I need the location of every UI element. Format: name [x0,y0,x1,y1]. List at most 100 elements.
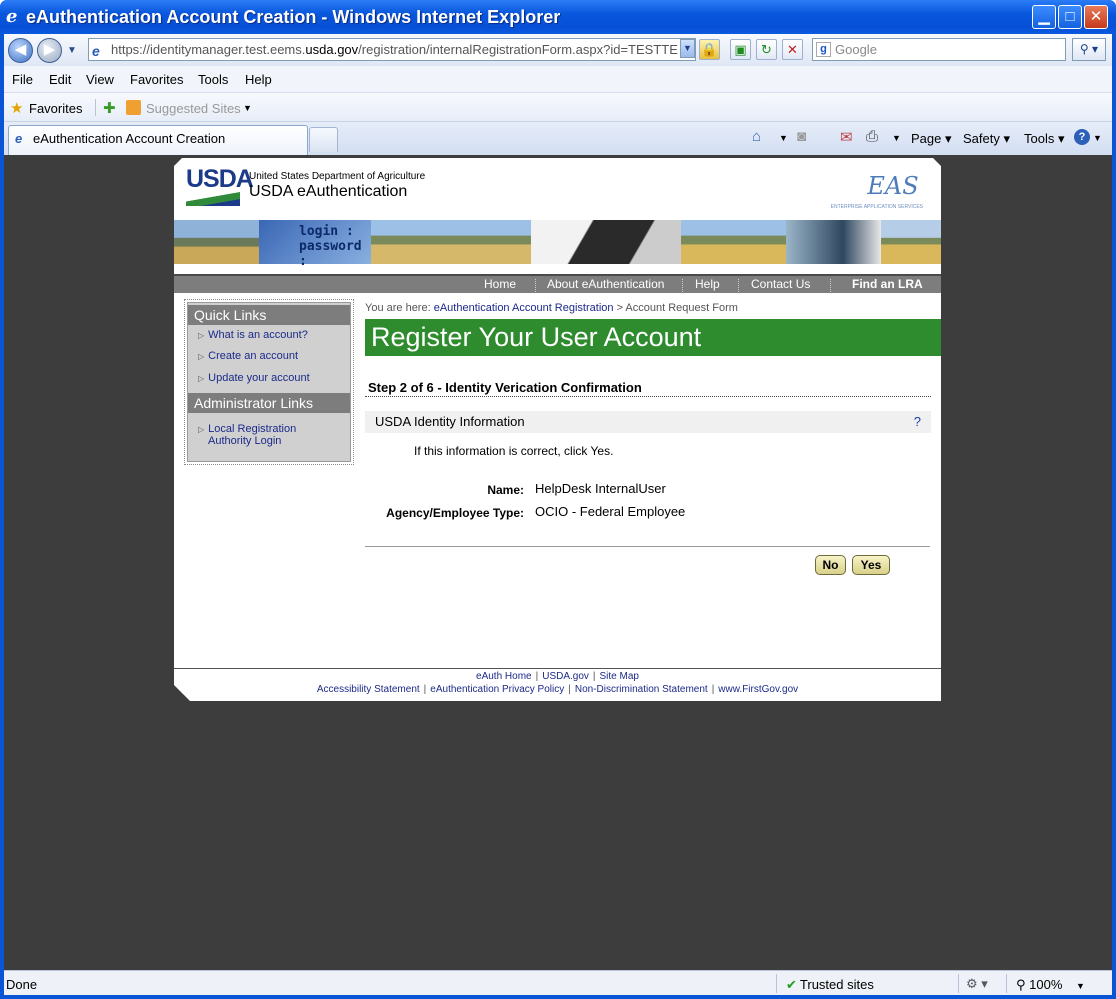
title-bar[interactable]: e eAuthentication Account Creation - Win… [0,0,1116,34]
instruction-text: If this information is correct, click Ye… [414,444,614,458]
tab-active[interactable]: e eAuthentication Account Creation [8,125,308,155]
page-menu-label: Page [911,131,942,146]
help-icon[interactable]: ? [1074,129,1090,145]
sidebar-link-what-is-account[interactable]: ▷ What is an account? [198,329,308,341]
menu-tools[interactable]: Tools [198,72,228,87]
breadcrumb-link[interactable]: eAuthentication Account Registration [434,302,614,314]
protected-mode-icon[interactable]: ⚙ ▾ [966,976,988,992]
lock-icon[interactable]: 🔒 [699,39,720,60]
footer-link-usda-gov[interactable]: USDA.gov [542,671,589,682]
back-button[interactable]: ◀ [8,38,33,63]
help-link-icon[interactable]: ? [914,411,921,433]
zoom-control[interactable]: ⚲ 100% ▼ [1016,977,1085,993]
agency-label: Agency/Employee Type: [386,506,524,520]
tools-menu[interactable]: Tools ▾ [1024,131,1065,147]
nav-divider [830,279,831,292]
yes-button[interactable]: Yes [852,555,890,575]
footer-divider [174,668,941,669]
new-tab-button[interactable] [309,127,338,152]
help-dropdown-icon[interactable]: ▼ [1093,133,1102,143]
footer-link-non-discrimination[interactable]: Non-Discrimination Statement [575,684,708,695]
close-button[interactable]: ✕ [1084,5,1108,29]
safety-menu-label: Safety [963,131,1000,146]
admin-links-heading: Administrator Links [188,393,350,413]
triangle-right-icon: ▷ [198,352,205,361]
zoom-level: 100% [1029,977,1063,992]
menu-file[interactable]: File [12,72,33,87]
nav-about[interactable]: About eAuthentication [547,277,664,291]
compatibility-icon[interactable]: ▣ [730,39,751,60]
suggested-sites-dropdown-icon[interactable]: ▼ [243,103,252,113]
home-dropdown-icon[interactable]: ▼ [779,133,788,143]
stop-icon[interactable]: ✕ [782,39,803,60]
url-domain: usda.gov [305,42,359,57]
nav-help[interactable]: Help [695,277,720,291]
section-header: USDA Identity Information ? [365,411,931,433]
feeds-icon[interactable]: ◙ [797,128,806,145]
page-menu[interactable]: Page ▾ [911,131,952,147]
sidebar-link-create-account[interactable]: ▷ Create an account [198,350,298,362]
usda-logo-hill [186,192,240,206]
footer-link-site-map[interactable]: Site Map [600,671,639,682]
browser-chrome: ◀ ▶ ▼ e https://identitymanager.test.eem… [4,34,1112,155]
no-button[interactable]: No [815,555,846,575]
maximize-button[interactable]: □ [1058,5,1082,29]
footer-link-accessibility[interactable]: Accessibility Statement [317,684,420,695]
add-favorite-icon[interactable]: ✚ [103,99,116,117]
favorites-button[interactable]: Favorites [29,101,82,116]
favbar-divider [95,99,96,116]
tab-title: eAuthentication Account Creation [33,131,226,146]
forward-button[interactable]: ▶ [37,38,62,63]
search-button[interactable]: ⚲ ▾ [1072,38,1106,61]
ie-logo-icon: e [6,6,18,27]
menu-favorites[interactable]: Favorites [130,72,183,87]
sidebar-link-label: Create an account [208,350,299,362]
footer-links-row-1: eAuth Home | USDA.gov | Site Map [174,671,941,682]
page-corner [174,685,190,701]
url-suffix: /registration/internalRegistrationForm.a… [358,42,678,57]
header-banner-image: login : password : [174,220,941,269]
security-zone[interactable]: ✔ Trusted sites [786,977,874,993]
safety-menu[interactable]: Safety ▾ [963,131,1010,147]
triangle-right-icon: ▷ [198,331,205,340]
mail-icon[interactable]: ✉ [840,128,853,146]
footer-link-privacy[interactable]: eAuthentication Privacy Policy [430,684,564,695]
footer-link-eauth-home[interactable]: eAuth Home [476,671,532,682]
usda-logo[interactable]: USDA [186,166,254,206]
sidebar-link-label: Update your account [208,372,310,384]
breadcrumb: You are here: eAuthentication Account Re… [365,302,738,314]
sidebar-link-label: What is an account? [208,329,308,341]
menu-view[interactable]: View [86,72,114,87]
zoom-icon: ⚲ [1016,977,1026,992]
minimize-button[interactable]: ▁ [1032,5,1056,29]
url-prefix: https://identitymanager.test.eems. [111,42,306,57]
suggested-sites-button[interactable]: Suggested Sites [146,101,241,116]
menu-edit[interactable]: Edit [49,72,71,87]
print-dropdown-icon[interactable]: ▼ [892,133,901,143]
nav-home[interactable]: Home [484,277,516,291]
nav-find-lra[interactable]: Find an LRA [852,277,923,291]
search-input[interactable]: g Google [812,38,1066,61]
browser-window: e eAuthentication Account Creation - Win… [0,0,1116,999]
sidebar-link-lra-login[interactable]: ▷ Local Registration Authority Login [198,423,308,447]
print-icon[interactable]: ⎙ [866,128,878,145]
nav-contact-us[interactable]: Contact Us [751,277,810,291]
checkmark-icon: ✔ [786,977,797,992]
zoom-dropdown-icon: ▼ [1076,981,1085,991]
address-dropdown-icon[interactable]: ▼ [680,39,695,58]
name-label: Name: [487,483,524,497]
favorites-star-icon: ★ [10,100,24,117]
address-input[interactable]: e https://identitymanager.test.eems.usda… [88,38,696,61]
footer-link-firstgov[interactable]: www.FirstGov.gov [718,684,798,695]
section-title: USDA Identity Information [375,414,525,429]
sidebar-link-update-account[interactable]: ▷ Update your account [198,372,310,384]
menu-help[interactable]: Help [245,72,272,87]
refresh-icon[interactable]: ↻ [756,39,777,60]
footer-separator: | [592,671,596,682]
page-viewport: USDA United States Department of Agricul… [4,155,1112,970]
history-dropdown-icon[interactable]: ▼ [67,45,77,56]
footer-separator: | [711,684,715,695]
home-icon[interactable]: ⌂ [752,128,761,145]
tools-menu-label: Tools [1024,131,1055,146]
site-header: USDA United States Department of Agricul… [174,158,941,220]
